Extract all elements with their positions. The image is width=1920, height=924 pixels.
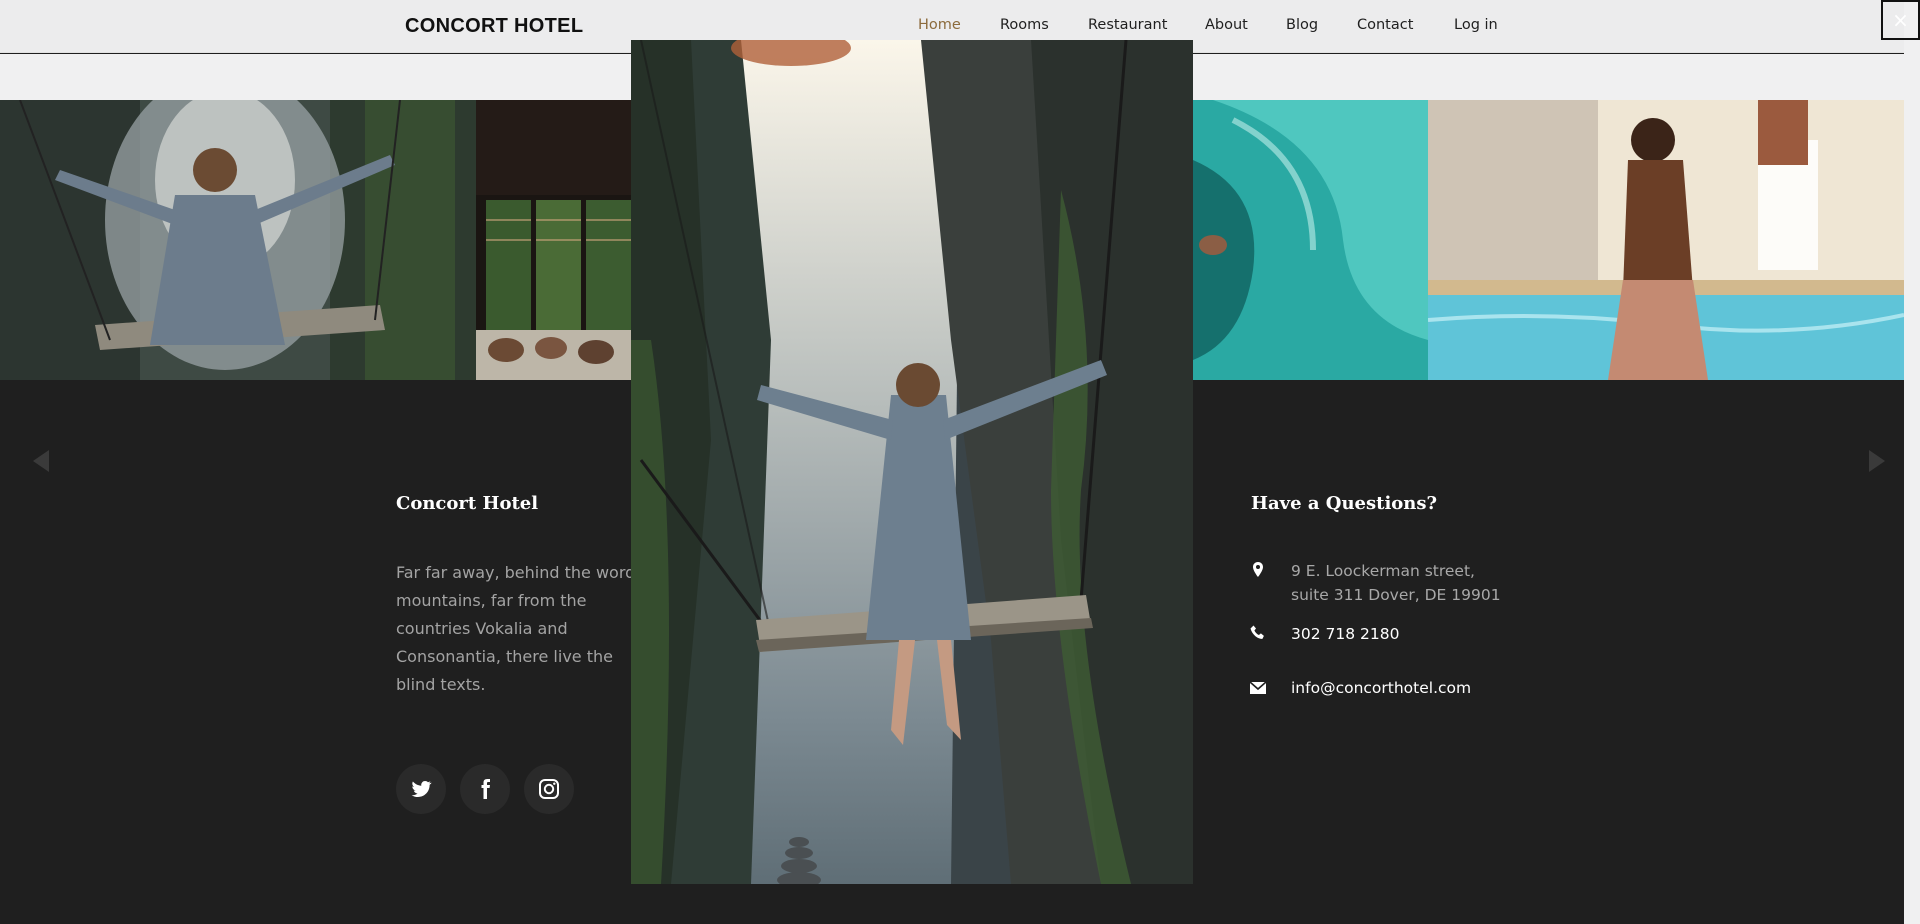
nav-item-restaurant[interactable]: Restaurant: [1088, 17, 1167, 33]
lightbox-close-button[interactable]: ×: [1881, 0, 1920, 40]
contact-email[interactable]: info@concorthotel.com: [1291, 676, 1471, 700]
footer-about-text: Far far away, behind the word mountains,…: [396, 563, 636, 694]
envelope-icon: [1249, 681, 1267, 694]
surf-photo: [1193, 100, 1428, 380]
facebook-icon: [481, 779, 490, 799]
nav-item-login[interactable]: Log in: [1454, 17, 1498, 33]
footer-about-heading: Concort Hotel: [396, 493, 539, 514]
gallery-tile-swing[interactable]: [0, 100, 476, 380]
carousel-prev-arrow[interactable]: [33, 450, 49, 472]
contact-address-line1: 9 E. Loockerman street,: [1291, 562, 1475, 580]
footer-contact-heading: Have a Questions?: [1251, 493, 1438, 514]
restaurant-photo: [476, 100, 632, 380]
twitter-icon: [411, 781, 432, 797]
contact-phone[interactable]: 302 718 2180: [1291, 622, 1399, 646]
nav-item-home[interactable]: Home: [918, 17, 961, 33]
nav-item-blog[interactable]: Blog: [1286, 17, 1318, 33]
gallery-tile-pool[interactable]: [1428, 100, 1904, 380]
facebook-link[interactable]: [460, 764, 510, 814]
gallery-tile-surf[interactable]: [1193, 100, 1428, 380]
map-marker-icon: [1253, 562, 1263, 577]
main-nav: Home Rooms Restaurant About Blog Contact…: [0, 17, 1920, 37]
page-scrollbar-gutter: [1904, 0, 1920, 924]
nav-item-about[interactable]: About: [1205, 17, 1248, 33]
nav-item-rooms[interactable]: Rooms: [1000, 17, 1049, 33]
swing-photo: [0, 100, 476, 380]
contact-address-line2: suite 311 Dover, DE 19901: [1291, 586, 1501, 604]
instagram-link[interactable]: [524, 764, 574, 814]
twitter-link[interactable]: [396, 764, 446, 814]
nav-item-contact[interactable]: Contact: [1357, 17, 1413, 33]
pool-photo: [1428, 100, 1904, 380]
instagram-icon: [539, 779, 559, 799]
phone-icon: [1250, 625, 1264, 639]
swing-waterfall-photo: [631, 40, 1193, 884]
gallery-tile-restaurant[interactable]: [476, 100, 632, 380]
carousel-next-arrow[interactable]: [1869, 450, 1885, 472]
lightbox-image: [631, 40, 1193, 884]
